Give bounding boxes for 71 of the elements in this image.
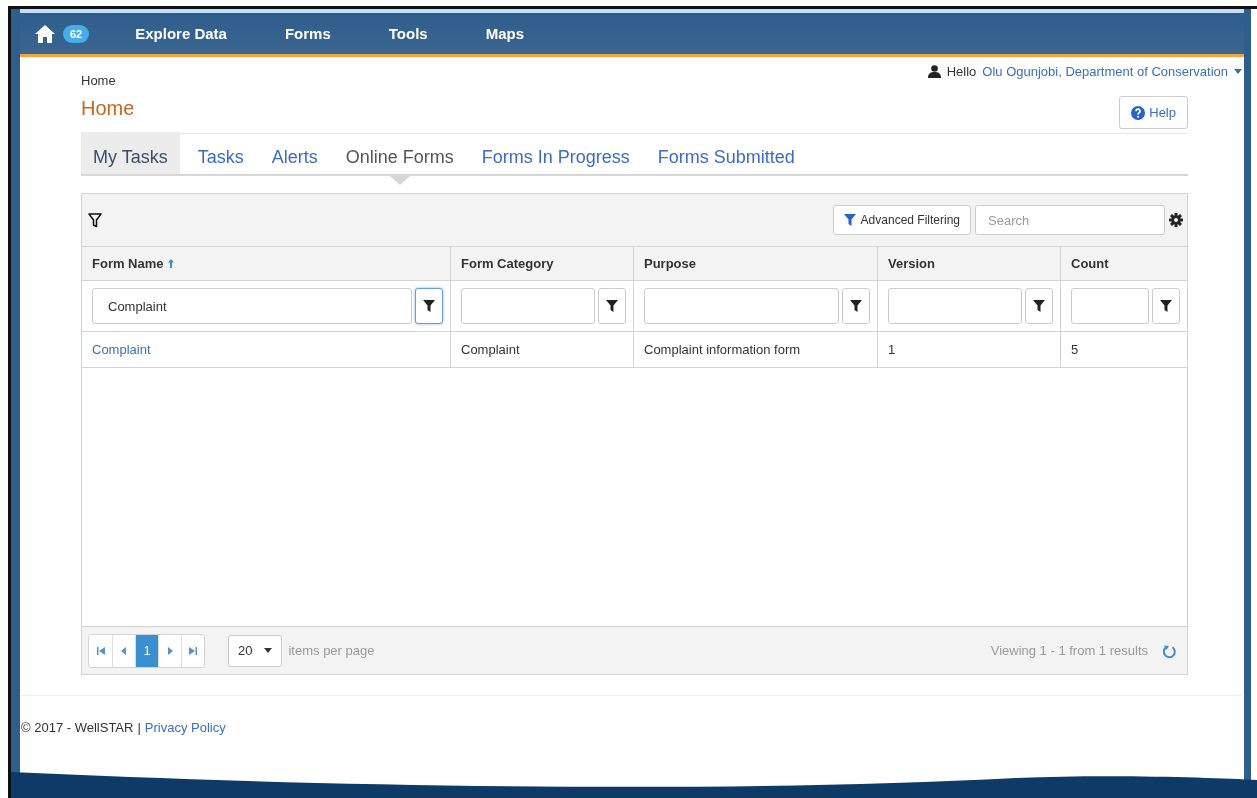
column-header[interactable]: Form Category — [450, 247, 633, 281]
column-title: Version — [888, 256, 935, 271]
next-icon — [166, 646, 174, 655]
column-header[interactable]: Count — [1060, 247, 1187, 281]
tab[interactable]: Online Forms — [333, 132, 466, 174]
column-title: Count — [1071, 256, 1109, 271]
nav-menu-item[interactable]: Explore Data — [135, 25, 227, 42]
column-filter-field[interactable] — [888, 288, 1022, 324]
nav-menu-item[interactable]: Tools — [388, 25, 428, 42]
dropdown-caret-icon — [264, 648, 273, 653]
column-title: Form Category — [461, 256, 554, 271]
filter-button[interactable] — [842, 288, 870, 324]
column-header[interactable]: Version — [877, 247, 1060, 281]
previous-page-button[interactable] — [112, 634, 135, 667]
table-cell: Complaint — [450, 332, 633, 368]
filter-button[interactable] — [415, 288, 443, 324]
question-icon — [1131, 105, 1146, 120]
advanced-filtering-button[interactable]: Advanced Filtering — [832, 205, 971, 235]
page-title: Home — [81, 97, 135, 120]
page-size-dropdown[interactable]: 20 — [228, 634, 283, 667]
column-title: Form Name — [92, 256, 164, 271]
table-cell: 1 — [877, 332, 1060, 368]
column-filter-field[interactable] — [1071, 288, 1149, 324]
user-menu-link[interactable]: Olu Ogunjobi, Department of Conservation — [982, 64, 1228, 79]
filter-button[interactable] — [598, 288, 626, 324]
first-page-icon — [96, 646, 105, 655]
caret-icon[interactable] — [1234, 69, 1242, 74]
nav-menu-item[interactable]: Maps — [485, 25, 525, 42]
help-button[interactable]: Help — [1119, 96, 1188, 129]
nav-menu-item[interactable]: Forms — [284, 25, 331, 42]
filter-button[interactable] — [1025, 288, 1053, 324]
filter-icon — [843, 214, 856, 226]
table-cell: Complaint information form — [633, 332, 877, 368]
page-size-label: items per page — [288, 643, 375, 658]
column-header[interactable]: Form Name — [82, 247, 450, 281]
column-filter-field[interactable] — [644, 288, 839, 324]
last-page-icon — [189, 646, 197, 655]
column-title: Purpose — [644, 256, 696, 271]
column-filter-field[interactable] — [461, 288, 595, 324]
column-header[interactable]: Purpose — [633, 247, 877, 281]
settings-icon[interactable] — [1169, 213, 1183, 227]
separator-text: | — [137, 720, 141, 735]
filter-icon[interactable] — [88, 212, 102, 228]
table-cell: 5 — [1060, 332, 1187, 368]
privacy-policy-link[interactable]: Privacy Policy — [144, 720, 226, 735]
filter-icon — [423, 300, 435, 312]
tab[interactable]: Alerts — [259, 132, 330, 174]
filter-icon — [850, 300, 862, 312]
results-summary: Viewing 1 - 1 from 1 results — [990, 643, 1148, 658]
filter-icon — [606, 300, 618, 312]
filter-icon — [1160, 300, 1172, 312]
tab[interactable]: Forms In Progress — [469, 132, 642, 174]
previous-icon — [120, 646, 128, 655]
tab-group-label[interactable]: My Tasks — [81, 132, 180, 174]
search-field[interactable]: Search — [975, 205, 1165, 235]
home-icon[interactable] — [35, 24, 55, 43]
breadcrumb: Home — [81, 73, 116, 88]
greeting-text: Hello — [946, 64, 977, 79]
notification-badge: 62 — [63, 24, 90, 43]
next-page-button[interactable] — [158, 634, 181, 667]
first-page-button[interactable] — [89, 634, 112, 667]
filter-icon — [1033, 300, 1045, 312]
tab[interactable]: Forms Submitted — [645, 132, 807, 174]
form-name-link[interactable]: Complaint — [82, 332, 450, 368]
tab[interactable]: Tasks — [185, 132, 256, 174]
last-page-button[interactable] — [181, 634, 204, 667]
filter-button[interactable] — [1152, 288, 1180, 324]
copyright-text: © 2017 - WellSTAR — [21, 720, 134, 735]
page-button[interactable]: 1 — [135, 634, 158, 667]
column-filter-field[interactable]: Complaint — [92, 288, 412, 324]
user-icon — [927, 65, 941, 78]
